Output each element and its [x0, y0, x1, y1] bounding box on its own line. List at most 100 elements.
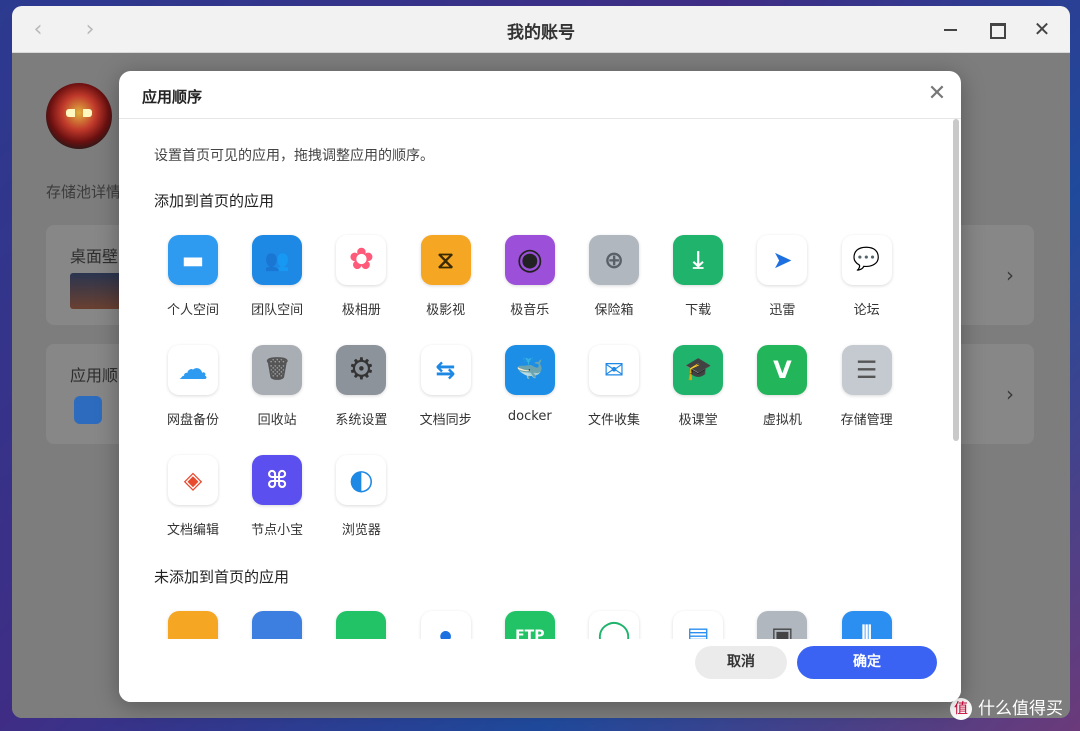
- inbox-icon: ✉: [589, 345, 639, 395]
- app-tile[interactable]: [319, 611, 403, 639]
- app-label: 节点小宝: [251, 523, 304, 538]
- app-tile[interactable]: 🎓 极课堂: [656, 345, 740, 428]
- node-knot-icon: ⌘: [252, 455, 303, 505]
- app-label: 极影视: [426, 303, 466, 318]
- dialog-description: 设置首页可见的应用，拖拽调整应用的顺序。: [154, 148, 434, 164]
- app-tile[interactable]: [235, 611, 319, 639]
- icon-glyph: ⇆: [435, 356, 456, 384]
- app-tile[interactable]: ⊕ 保险箱: [572, 235, 656, 318]
- app-tile[interactable]: ⤓ 下载: [656, 235, 740, 318]
- cancel-button[interactable]: 取消: [695, 646, 787, 679]
- close-icon[interactable]: ✕: [925, 82, 949, 106]
- app-label: 个人空间: [166, 303, 219, 318]
- app-label: 网盘备份: [166, 413, 219, 428]
- blue-stack-app-icon: ▤: [673, 611, 724, 639]
- app-tile[interactable]: ✿ 极相册: [319, 235, 403, 318]
- icon-glyph: ▤: [686, 622, 710, 639]
- app-label: 回收站: [257, 413, 297, 428]
- confirm-button[interactable]: 确定: [797, 646, 937, 679]
- scroll-thumb[interactable]: [953, 119, 959, 441]
- app-tile[interactable]: ◐ 浏览器: [319, 455, 403, 538]
- storage-server-icon: ☰: [841, 345, 892, 395]
- app-order-card-title: 应用顺: [70, 366, 119, 385]
- app-label: 极音乐: [510, 303, 550, 318]
- blueprint-app-icon: [252, 611, 303, 639]
- app-tile[interactable]: ◯: [572, 611, 656, 639]
- app-tile[interactable]: ⫼: [825, 611, 909, 639]
- icon-glyph: ⚙: [347, 352, 375, 387]
- app-tile[interactable]: FTP: [488, 611, 572, 639]
- avatar[interactable]: [46, 83, 112, 149]
- icon-glyph: ◐: [349, 463, 374, 496]
- icon-glyph: [168, 611, 218, 639]
- icon-glyph: ✉: [603, 356, 625, 384]
- icon-glyph: ◈: [183, 466, 203, 494]
- app-tile[interactable]: 🗑 回收站: [235, 345, 319, 428]
- app-tile[interactable]: ☰ 存储管理: [825, 345, 909, 428]
- app-tile[interactable]: ▣: [740, 611, 824, 639]
- icon-glyph: ●: [439, 628, 452, 639]
- app-tile[interactable]: ✉ 文件收集: [572, 345, 656, 428]
- thunder-bird-icon: ➤: [757, 235, 808, 285]
- icon-glyph: ⧖: [437, 246, 455, 274]
- dialog-body[interactable]: 设置首页可见的应用，拖拽调整应用的顺序。 添加到首页的应用 ▬ 个人空间 👥 团队空间…: [119, 119, 951, 639]
- icon-glyph: FTP: [515, 628, 545, 639]
- graduation-cap-icon: 🎓: [673, 345, 724, 395]
- app-order-dialog: 应用顺序 ✕ 设置首页可见的应用，拖拽调整应用的顺序。 添加到首页的应用 ▬ 个人…: [119, 71, 961, 702]
- icon-glyph: [252, 611, 302, 639]
- app-tile[interactable]: ⇆ 文档同步: [404, 345, 488, 428]
- storage-pool-label: 存储池详情: [46, 183, 122, 201]
- app-tile[interactable]: ☁ 网盘备份: [151, 345, 235, 428]
- film-icon: ⧖: [420, 235, 471, 285]
- app-tile[interactable]: 🐳 docker: [488, 345, 572, 424]
- green-app-icon: [336, 611, 387, 639]
- dialog-header: 应用顺序 ✕: [119, 71, 961, 119]
- icon-glyph: ◉: [516, 242, 543, 277]
- watermark: 值什么值得买: [950, 694, 1063, 720]
- dialog-footer: 取消 确定: [119, 639, 961, 702]
- app-tile[interactable]: ⌘ 节点小宝: [235, 455, 319, 538]
- app-label: 浏览器: [341, 523, 381, 538]
- app-tile[interactable]: ⚙ 系统设置: [319, 345, 403, 428]
- app-tile[interactable]: ◈ 文档编辑: [151, 455, 235, 538]
- icon-glyph: ◯: [597, 618, 631, 639]
- app-tile[interactable]: ➤ 迅雷: [740, 235, 824, 318]
- app-label: 文档同步: [419, 413, 472, 428]
- app-tile[interactable]: 👥 团队空间: [235, 235, 319, 318]
- chevron-right-icon: ›: [1006, 382, 1014, 406]
- app-tile[interactable]: ◉ 极音乐: [488, 235, 572, 318]
- app-tile[interactable]: ●: [404, 611, 488, 639]
- sync-arrows-icon: ⇆: [420, 345, 471, 395]
- orange-app-icon: [168, 611, 218, 639]
- icon-glyph: 🎓: [684, 357, 712, 382]
- app-tile[interactable]: V 虚拟机: [740, 345, 824, 428]
- layers-icon: ◈: [168, 455, 218, 505]
- dialog-scrollbar[interactable]: [951, 119, 961, 639]
- icon-glyph: ▬: [181, 246, 205, 274]
- app-tile[interactable]: 💬 论坛: [825, 235, 909, 318]
- maximize-button[interactable]: [983, 16, 1009, 42]
- trash-icon: 🗑: [252, 345, 303, 395]
- app-label: 系统设置: [335, 413, 388, 428]
- icon-glyph: 🗑: [263, 357, 292, 382]
- dialog-title: 应用顺序: [142, 88, 203, 106]
- app-tile[interactable]: [151, 611, 235, 639]
- app-tile[interactable]: ⧖ 极影视: [404, 235, 488, 318]
- app-tile[interactable]: ▬ 个人空间: [151, 235, 235, 318]
- window-title: 我的账号: [507, 23, 575, 43]
- close-window-icon[interactable]: ✕: [1029, 16, 1055, 42]
- photos-flower-icon: ✿: [336, 235, 387, 285]
- minimize-button[interactable]: [937, 16, 963, 42]
- icon-glyph: ▣: [771, 622, 794, 639]
- app-preview-icon: [74, 396, 102, 424]
- ftp-icon: FTP: [504, 611, 555, 639]
- not-added-apps-heading: 未添加到首页的应用: [154, 568, 290, 586]
- download-icon: ⤓: [673, 235, 724, 285]
- gear-icon: ⚙: [336, 345, 387, 395]
- app-tile[interactable]: ▤: [656, 611, 740, 639]
- app-label: 迅雷: [769, 303, 796, 318]
- title-bar: ‹ › 我的账号 ✕: [12, 6, 1070, 53]
- app-label: 文件收集: [587, 413, 640, 428]
- icon-glyph: ⤓: [692, 246, 704, 274]
- icon-glyph: 👥: [264, 248, 290, 272]
